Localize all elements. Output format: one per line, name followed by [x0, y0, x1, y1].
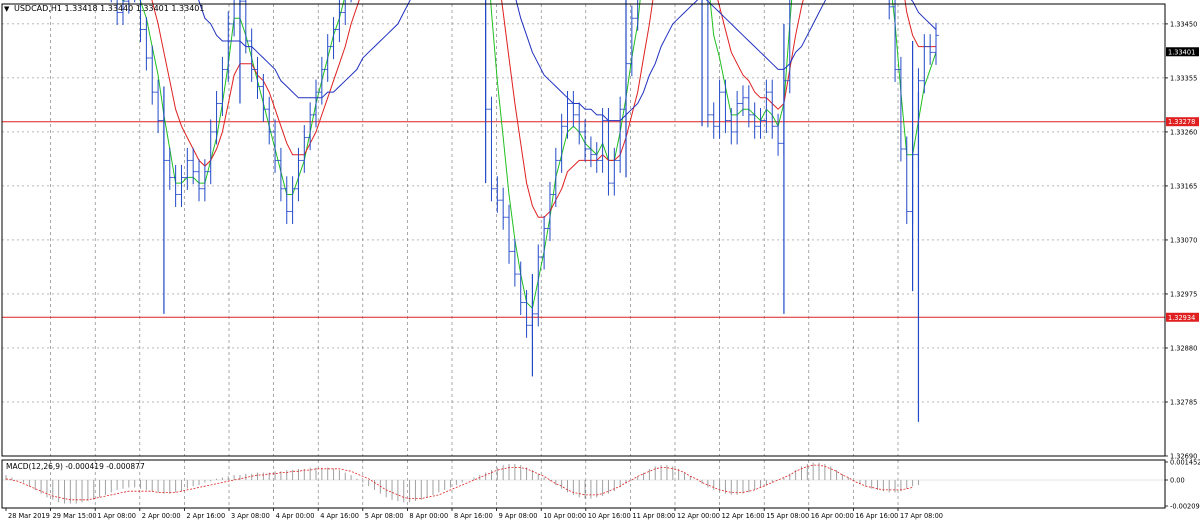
y-tick-label: 1.33165 — [1170, 182, 1197, 190]
macd-y-tick-label: 0.00 — [1170, 477, 1185, 485]
macd-label: MACD(12,26,9) -0.000419 -0.000877 — [6, 462, 145, 471]
y-tick-label: 1.33070 — [1170, 236, 1197, 244]
price-level-label: 1.33278 — [1168, 118, 1195, 126]
price-chart[interactable]: 1.342821.339081.336261.332781.329341.334… — [0, 0, 1200, 523]
y-tick-label: 1.33355 — [1170, 74, 1197, 82]
y-tick-label: 1.33260 — [1170, 128, 1197, 136]
y-tick-label: 1.32785 — [1170, 398, 1197, 406]
y-tick-label: 1.32880 — [1170, 344, 1197, 352]
x-tick-label: 1 Apr 08:00 — [97, 512, 136, 520]
menu-arrow-icon[interactable]: ▼ — [4, 5, 10, 13]
macd-y-tick-label: 0.001452 — [1170, 459, 1200, 467]
y-tick-label: 1.33450 — [1170, 20, 1197, 28]
x-tick-label: 16 Apr 16:00 — [855, 512, 898, 520]
chart-background — [0, 0, 1200, 523]
current-price-label: 1.33401 — [1168, 48, 1195, 56]
x-tick-label: 28 Mar 2019 — [8, 512, 50, 520]
symbol-quote-label: USDCAD,H1 1.33418 1.33440 1.33401 1.3340… — [14, 4, 204, 13]
x-tick-label: 3 Apr 08:00 — [231, 512, 270, 520]
x-tick-label: 5 Apr 08:00 — [365, 512, 404, 520]
y-tick-label: 1.32975 — [1170, 290, 1197, 298]
x-tick-label: 12 Apr 16:00 — [722, 512, 765, 520]
x-tick-label: 8 Apr 00:00 — [409, 512, 448, 520]
x-tick-label: 10 Apr 16:00 — [588, 512, 631, 520]
x-tick-label: 4 Apr 00:00 — [276, 512, 315, 520]
x-tick-label: 4 Apr 16:00 — [320, 512, 359, 520]
x-tick-label: 2 Apr 00:00 — [142, 512, 181, 520]
x-tick-label: 12 Apr 00:00 — [677, 512, 720, 520]
macd-y-tick-label: -0.002097 — [1170, 503, 1200, 511]
x-tick-label: 29 Mar 15:00 — [53, 512, 97, 520]
x-tick-label: 16 Apr 00:00 — [811, 512, 854, 520]
price-level-label: 1.32934 — [1168, 314, 1195, 322]
x-tick-label: 10 Apr 00:00 — [543, 512, 586, 520]
x-tick-label: 8 Apr 16:00 — [454, 512, 493, 520]
x-tick-label: 9 Apr 08:00 — [499, 512, 538, 520]
x-tick-label: 2 Apr 16:00 — [186, 512, 225, 520]
x-tick-label: 11 Apr 08:00 — [632, 512, 675, 520]
mt4-chart-window[interactable]: 1.342821.339081.336261.332781.329341.334… — [0, 0, 1200, 523]
x-tick-label: 15 Apr 08:00 — [766, 512, 809, 520]
x-tick-label: 17 Apr 08:00 — [900, 512, 943, 520]
